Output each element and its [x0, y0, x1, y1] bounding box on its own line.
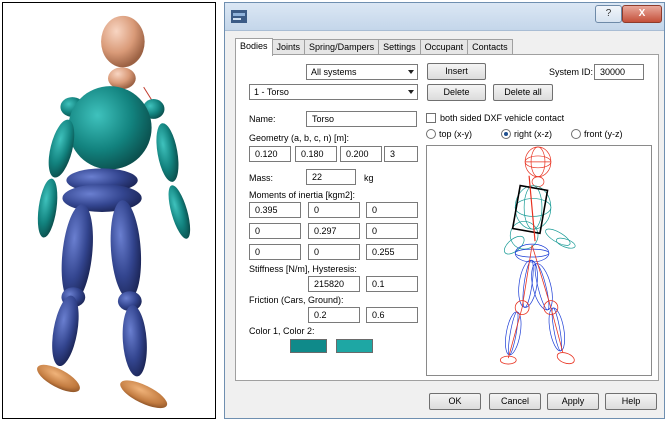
stiffness-label: Stiffness [N/m], Hysteresis:	[249, 264, 357, 274]
dxf-contact-label: both sided DXF vehicle contact	[440, 113, 565, 123]
view-right-label: right (x-z)	[514, 129, 552, 139]
cancel-button[interactable]: Cancel	[489, 393, 541, 410]
stiffness-field[interactable]: 215820	[308, 276, 360, 292]
geometry-c-field[interactable]: 0.200	[340, 146, 382, 162]
model-right-forearm	[168, 185, 191, 239]
model-right-upper-arm	[156, 123, 179, 182]
view-front-radio[interactable]	[571, 129, 581, 139]
inertia-zx-field[interactable]: 0	[249, 244, 301, 260]
3d-occupant-viewport[interactable]	[2, 2, 216, 419]
body-select[interactable]: 1 - Torso	[249, 84, 418, 100]
system-filter-select[interactable]: All systems	[306, 64, 418, 80]
hysteresis-field[interactable]: 0.1	[366, 276, 418, 292]
mass-field[interactable]: 22	[306, 169, 356, 185]
wire-legs	[505, 243, 565, 356]
color1-swatch[interactable]	[290, 339, 327, 353]
color-label: Color 1, Color 2:	[249, 326, 315, 336]
inertia-xy-field[interactable]: 0	[308, 202, 360, 218]
inertia-yx-field[interactable]: 0	[249, 223, 301, 239]
bodies-tab-panel: All systems Insert System ID: 30000 1 - …	[235, 54, 659, 381]
wireframe-occupant	[499, 146, 576, 365]
wire-torso	[503, 185, 576, 255]
occupant-3d-model	[37, 15, 191, 409]
tab-contacts[interactable]: Contacts	[467, 39, 513, 55]
wire-joints	[499, 245, 575, 365]
mass-label: Mass:	[249, 173, 274, 183]
app-window-icon	[231, 10, 247, 23]
inertia-zz-field[interactable]: 0.255	[366, 244, 418, 260]
help-button[interactable]: Help	[605, 393, 657, 410]
bodies-dialog: ? X Bodies Joints Spring/Dampers Setting…	[224, 2, 665, 419]
inertia-yy-field[interactable]: 0.297	[308, 223, 360, 239]
tab-settings[interactable]: Settings	[378, 39, 421, 55]
inertia-label: Moments of inertia [kgm2]:	[249, 190, 356, 200]
color2-swatch[interactable]	[336, 339, 373, 353]
model-torso	[68, 86, 152, 170]
mass-unit: kg	[364, 173, 374, 183]
inertia-yz-field[interactable]: 0	[366, 223, 418, 239]
model-left-forearm	[37, 178, 58, 238]
tab-bodies[interactable]: Bodies	[235, 38, 273, 56]
friction-label: Friction (Cars, Ground):	[249, 295, 344, 305]
title-close-button[interactable]: X	[622, 5, 662, 23]
body-select-value: 1 - Torso	[254, 87, 289, 97]
insert-button[interactable]: Insert	[427, 63, 486, 80]
name-label: Name:	[249, 114, 276, 124]
friction-ground-field[interactable]: 0.6	[366, 307, 418, 323]
dxf-contact-checkbox[interactable]	[426, 113, 436, 123]
geometry-n-field[interactable]: 3	[384, 146, 418, 162]
title-help-button[interactable]: ?	[595, 5, 622, 23]
geometry-label: Geometry (a, b, c, n) [m]:	[249, 133, 350, 143]
model-right-shank	[122, 305, 147, 377]
geometry-a-field[interactable]: 0.120	[249, 146, 291, 162]
tab-spring-dampers[interactable]: Spring/Dampers	[304, 39, 380, 55]
view-front-label: front (y-z)	[584, 129, 623, 139]
delete-button[interactable]: Delete	[427, 84, 486, 101]
tab-occupant[interactable]: Occupant	[419, 39, 469, 55]
chevron-down-icon	[408, 70, 414, 74]
apply-button[interactable]: Apply	[547, 393, 599, 410]
system-id-field[interactable]: 30000	[594, 64, 644, 80]
wireframe-preview[interactable]	[426, 145, 652, 376]
system-id-label: System ID:	[549, 67, 594, 77]
dialog-titlebar[interactable]: ? X	[225, 3, 664, 31]
tab-strip: Bodies Joints Spring/Dampers Settings Oc…	[235, 38, 513, 56]
inertia-xx-field[interactable]: 0.395	[249, 202, 301, 218]
inertia-zy-field[interactable]: 0	[308, 244, 360, 260]
inertia-xz-field[interactable]: 0	[366, 202, 418, 218]
system-filter-value: All systems	[311, 67, 357, 77]
model-right-foot	[120, 380, 168, 409]
model-neck	[108, 67, 136, 90]
ok-button[interactable]: OK	[429, 393, 481, 410]
view-right-radio[interactable]	[501, 129, 511, 139]
chevron-down-icon	[408, 90, 414, 94]
geometry-b-field[interactable]: 0.180	[295, 146, 337, 162]
view-top-label: top (x-y)	[439, 129, 473, 139]
name-field[interactable]: Torso	[306, 111, 417, 127]
model-head	[101, 15, 145, 68]
model-right-thigh	[110, 200, 142, 300]
view-top-radio[interactable]	[426, 129, 436, 139]
delete-all-button[interactable]: Delete all	[493, 84, 553, 101]
tab-joints[interactable]: Joints	[271, 39, 306, 55]
friction-cars-field[interactable]: 0.2	[308, 307, 360, 323]
